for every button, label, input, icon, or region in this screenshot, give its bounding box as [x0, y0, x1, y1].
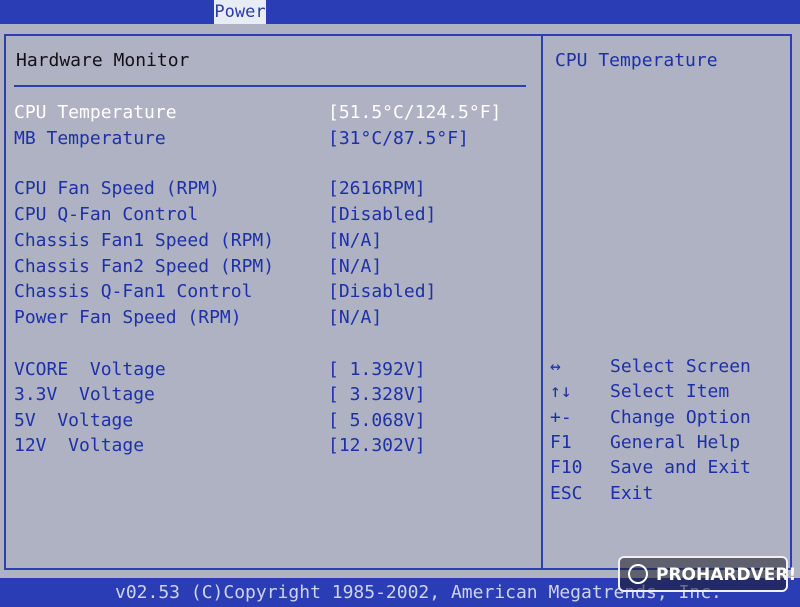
setting-value: [N/A] — [328, 307, 383, 328]
logo-icon — [628, 564, 648, 584]
setting-value: [ 5.068V] — [328, 410, 426, 431]
menu-bar: Power — [0, 0, 800, 24]
arrow-up-down-icon: ↑↓ — [550, 381, 572, 402]
setting-label: Power Fan Speed (RPM) — [14, 307, 242, 328]
arrow-left-right-icon: ↔ — [550, 356, 561, 377]
key-hint-label: Save and Exit — [610, 457, 751, 478]
help-title: CPU Temperature — [555, 50, 718, 71]
setting-value: [51.5°C/124.5°F] — [328, 102, 502, 123]
setting-label: CPU Q-Fan Control — [14, 204, 199, 225]
key-hint-exit: ESC Exit — [550, 483, 653, 546]
setting-value: [N/A] — [328, 230, 383, 251]
section-title: Hardware Monitor — [16, 50, 190, 71]
title-rule — [14, 85, 526, 87]
setting-label: Chassis Q-Fan1 Control — [14, 281, 253, 302]
panel-divider — [541, 36, 543, 568]
key-esc: ESC — [550, 483, 583, 504]
setting-label: 5V Voltage — [14, 410, 134, 431]
setting-value: [2616RPM] — [328, 178, 426, 199]
setting-label: 12V Voltage — [14, 435, 145, 456]
key-hint-label: General Help — [610, 432, 741, 453]
setting-label: CPU Temperature — [14, 102, 177, 123]
key-hint-label: Select Item — [610, 381, 730, 402]
setting-label: MB Temperature — [14, 128, 166, 149]
key-f10: F10 — [550, 457, 583, 478]
setting-label: Chassis Fan1 Speed (RPM) — [14, 230, 275, 251]
key-f1: F1 — [550, 432, 572, 453]
setting-value: [Disabled] — [328, 281, 437, 302]
tab-power[interactable]: Power — [214, 0, 266, 24]
setting-label: CPU Fan Speed (RPM) — [14, 178, 220, 199]
setting-label: Chassis Fan2 Speed (RPM) — [14, 256, 275, 277]
key-hint-label: Change Option — [610, 407, 751, 428]
watermark-logo: PROHARDVER! — [618, 556, 796, 592]
watermark-text: PROHARDVER! — [656, 565, 797, 585]
setting-12v-voltage[interactable]: 12V Voltage [12.302V] — [14, 435, 426, 498]
setting-value: [ 1.392V] — [328, 359, 426, 380]
setting-value: [N/A] — [328, 256, 383, 277]
setting-value: [12.302V] — [328, 435, 426, 456]
setting-value: [ 3.328V] — [328, 384, 426, 405]
setting-label: 3.3V Voltage — [14, 384, 155, 405]
setting-value: [31°C/87.5°F] — [328, 128, 469, 149]
setting-value: [Disabled] — [328, 204, 437, 225]
setting-label: VCORE Voltage — [14, 359, 166, 380]
key-hint-label: Select Screen — [610, 356, 751, 377]
key-hint-label: Exit — [610, 483, 654, 504]
plus-minus-icon: +- — [550, 407, 572, 428]
